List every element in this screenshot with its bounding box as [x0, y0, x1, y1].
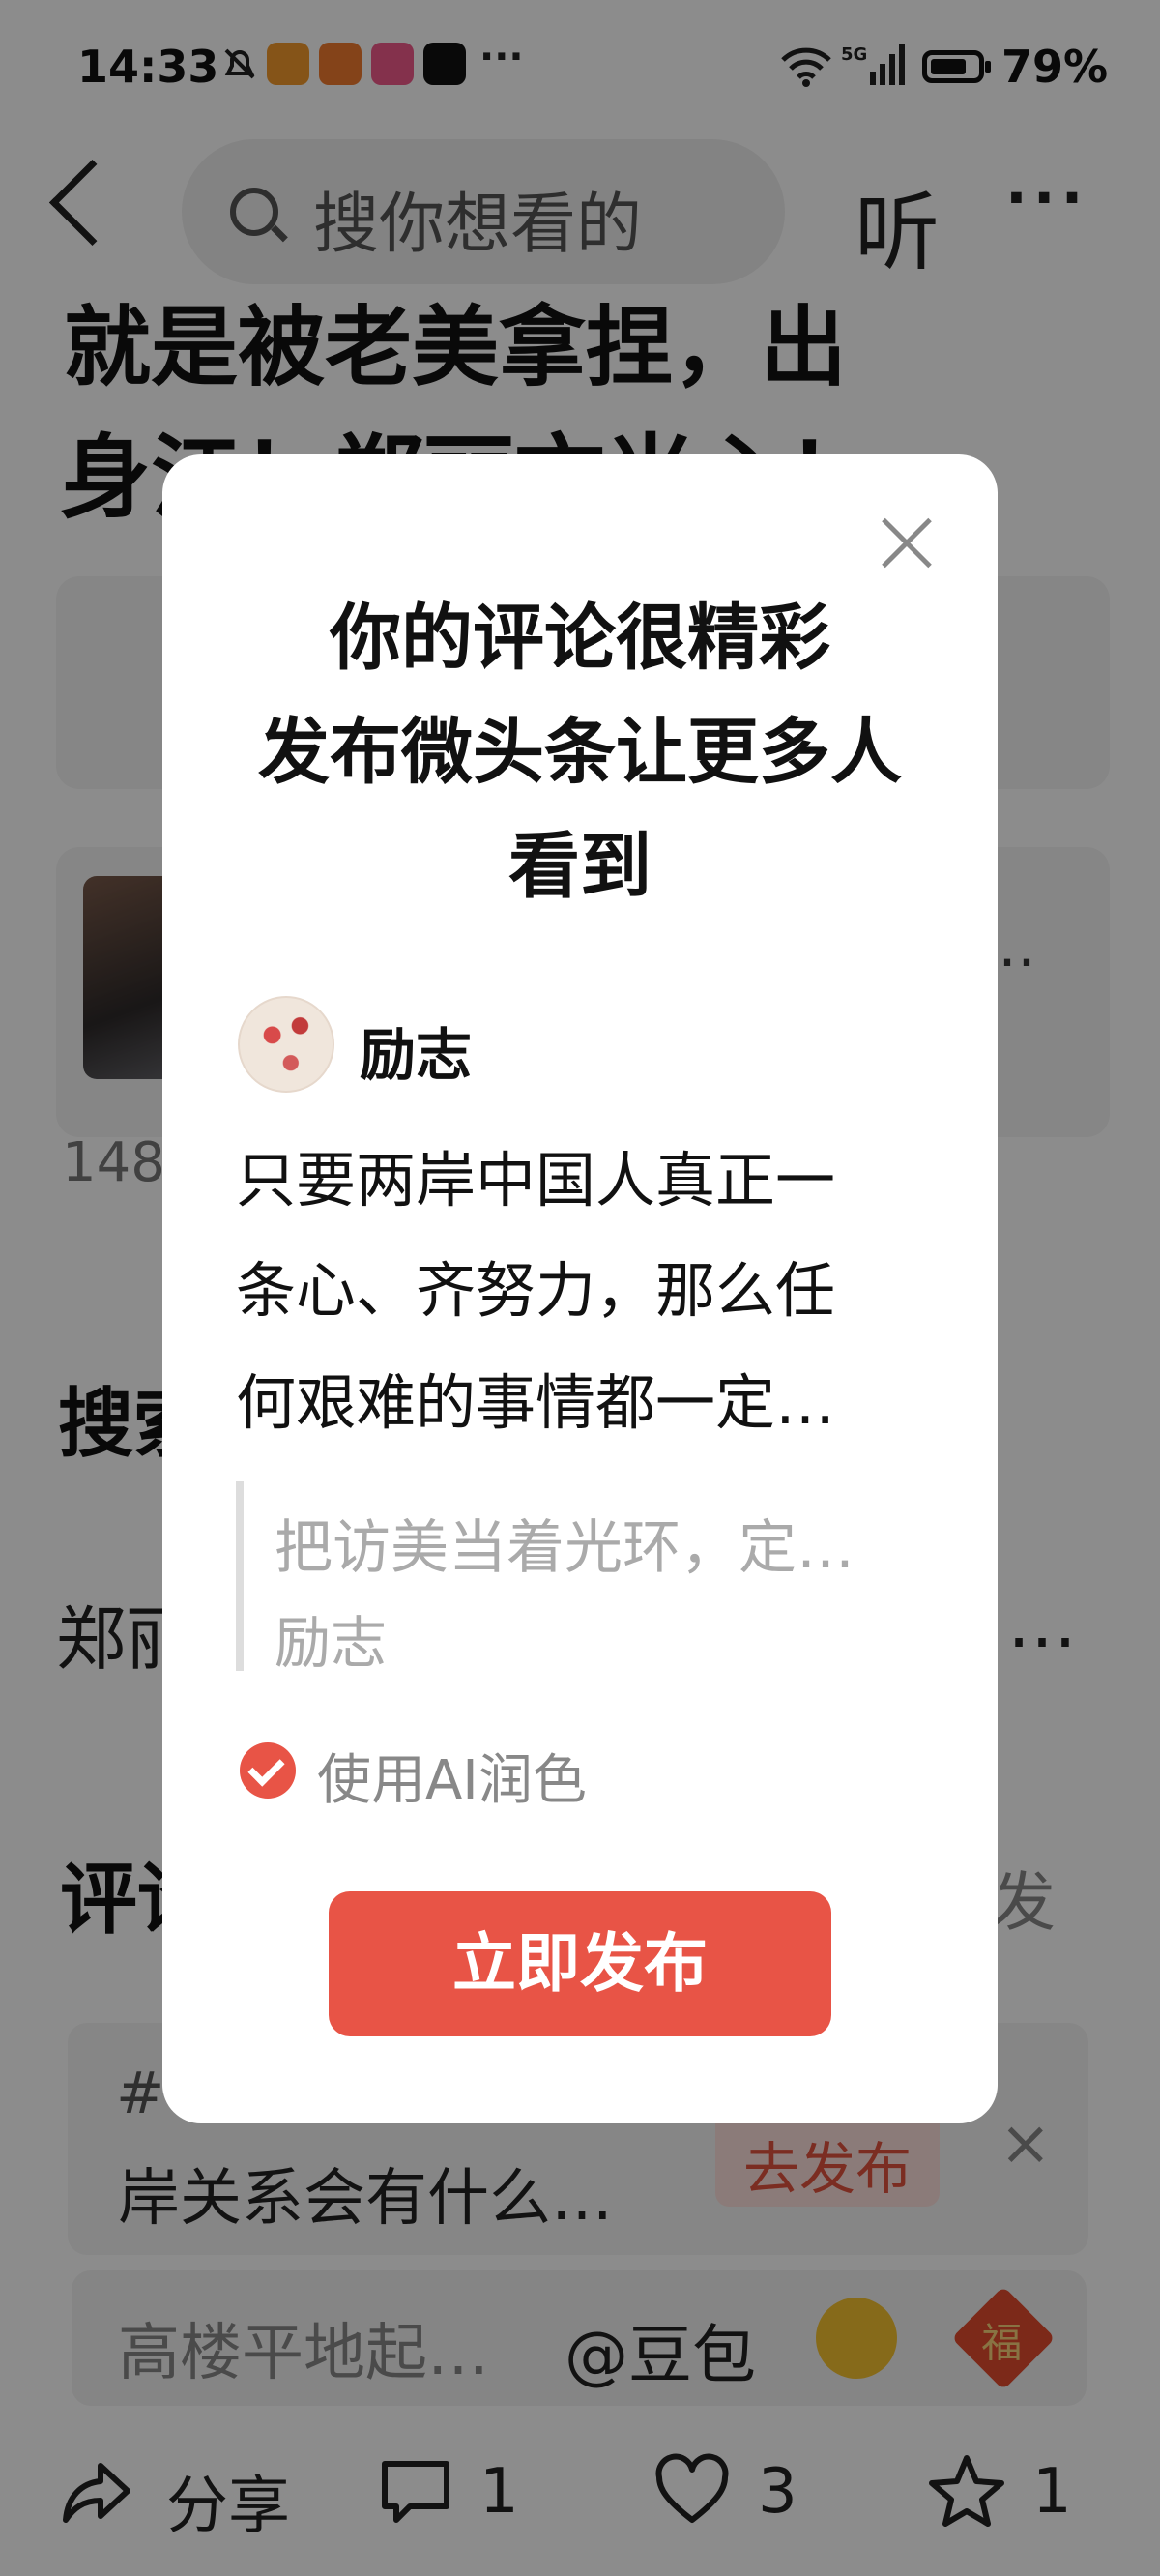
close-icon[interactable] — [878, 514, 936, 572]
avatar — [238, 996, 334, 1093]
quoted-author: 励志 — [275, 1610, 388, 1676]
comment-text-line3: 何艰难的事情都一定… — [236, 1367, 836, 1438]
comment-text-line2: 条心、齐努力，那么任 — [236, 1255, 836, 1326]
dialog-title-line3: 看到 — [508, 825, 652, 908]
dialog-title-line2: 发布微头条让更多人 — [258, 711, 902, 794]
username: 励志 — [360, 1022, 473, 1088]
comment-text-line1: 只要两岸中国人真正一 — [236, 1145, 836, 1215]
publish-now-button[interactable]: 立即发布 — [329, 1891, 831, 2036]
ai-polish-label[interactable]: 使用AI润色 — [317, 1737, 587, 1815]
ai-polish-checkbox[interactable] — [240, 1742, 296, 1799]
publish-now-label: 立即发布 — [452, 1926, 708, 2001]
dialog-title-line1: 你的评论很精彩 — [330, 597, 830, 680]
quote-divider — [236, 1481, 244, 1671]
quoted-text: 把访美当着光环，定… — [275, 1514, 855, 1582]
